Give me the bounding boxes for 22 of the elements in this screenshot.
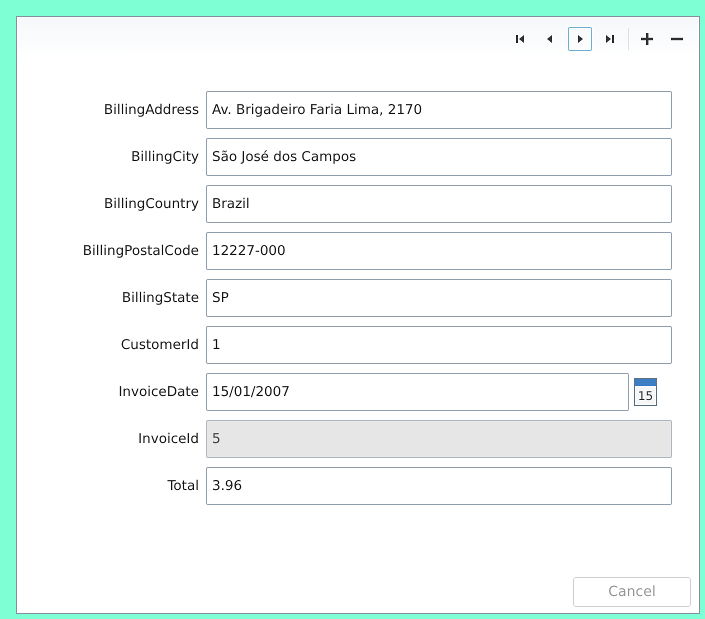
field-label: BillingState xyxy=(120,288,200,308)
first-icon xyxy=(513,32,527,46)
calendar-icon[interactable]: 15 xyxy=(634,378,657,406)
last-icon xyxy=(603,32,617,46)
add-icon xyxy=(640,32,654,46)
input-field[interactable]: 1 xyxy=(206,326,672,364)
input-field[interactable]: 15/01/2007 xyxy=(206,373,629,411)
next-button[interactable] xyxy=(568,27,592,51)
field-label: InvoiceDate xyxy=(117,382,200,402)
field-label: BillingCountry xyxy=(102,194,200,214)
input-field[interactable]: 12227-000 xyxy=(206,232,672,270)
input-field[interactable]: São José dos Campos xyxy=(206,138,672,176)
field-label: BillingPostalCode xyxy=(82,242,200,261)
field-label: BillingCity xyxy=(130,148,200,167)
field-label: CustomerId xyxy=(120,336,200,355)
input-field[interactable]: Av. Brigadeiro Faria Lima, 2170 xyxy=(206,91,672,129)
field-label: Total xyxy=(166,476,200,496)
input-field[interactable]: Brazil xyxy=(206,185,672,223)
field-label: InvoiceId xyxy=(137,430,200,449)
input-field[interactable]: 3.96 xyxy=(206,467,672,505)
input-field[interactable]: SP xyxy=(206,279,672,317)
field-label: BillingAddress xyxy=(102,100,200,120)
